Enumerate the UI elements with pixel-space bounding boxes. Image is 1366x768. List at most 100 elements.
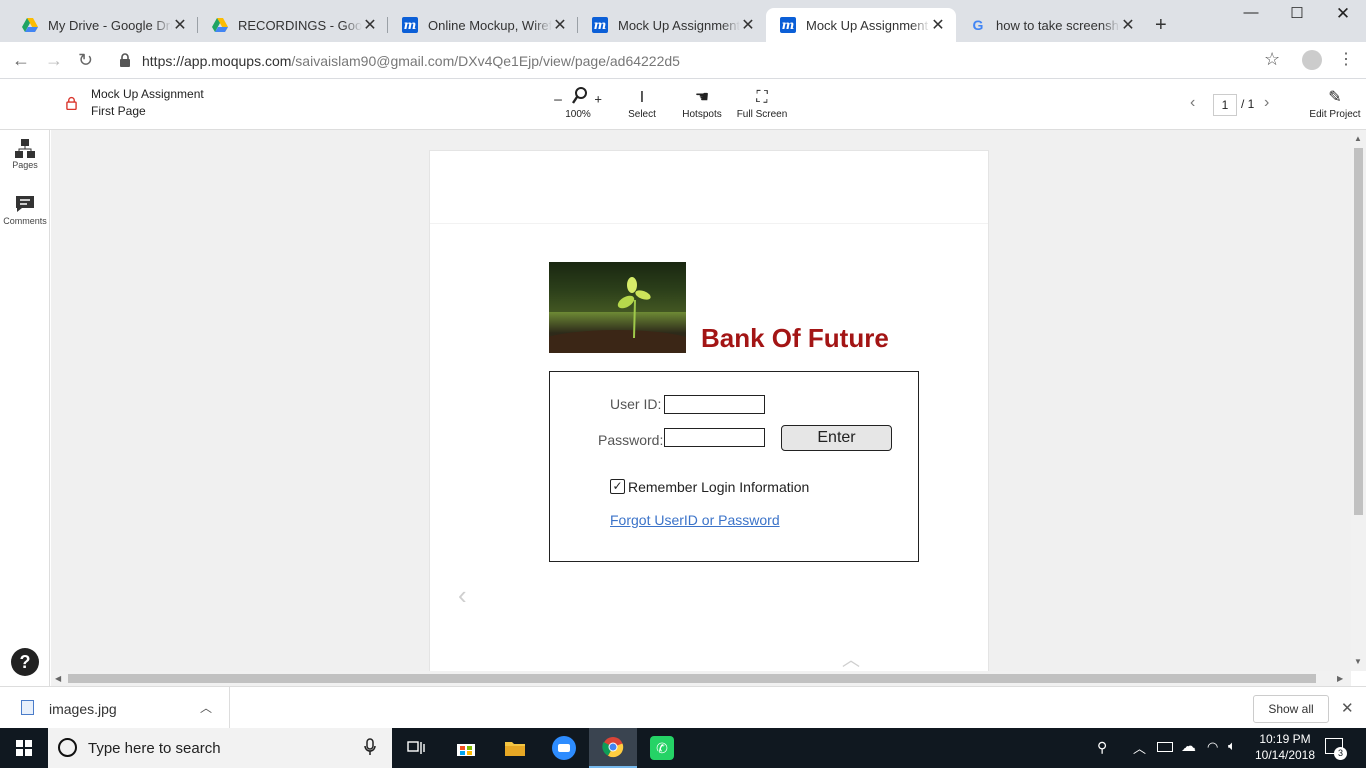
maximize-button[interactable]: ☐ — [1274, 4, 1320, 22]
pages-icon — [0, 138, 50, 160]
tab-google-search[interactable]: G how to take screenshot ✕ — [956, 8, 1146, 42]
close-tab-icon[interactable]: ✕ — [740, 15, 756, 35]
close-tab-icon[interactable]: ✕ — [362, 15, 378, 35]
forgot-password-link[interactable]: Forgot UserID or Password — [610, 512, 780, 528]
tab-online-mockup[interactable]: m Online Mockup, Wireframe ✕ — [388, 8, 578, 42]
left-sidebar: Pages Comments ? — [0, 130, 50, 686]
show-all-button[interactable]: Show all — [1253, 695, 1329, 723]
scroll-down-arrow-icon[interactable]: ▼ — [1354, 657, 1362, 666]
onedrive-cloud-icon[interactable]: ☁ — [1181, 737, 1196, 755]
horizontal-scrollbar[interactable]: ◀ ▶ — [51, 671, 1351, 686]
window-close-button[interactable]: ✕ — [1320, 4, 1366, 24]
comments-button[interactable]: Comments — [0, 194, 50, 226]
select-tool[interactable]: I Select — [620, 87, 664, 120]
scroll-right-arrow-icon[interactable]: ▶ — [1337, 674, 1343, 683]
taskbar-search-box[interactable]: Type here to search — [48, 728, 392, 768]
url-host: https://app.moqups.com — [142, 53, 292, 69]
page-number-input[interactable]: 1 — [1213, 94, 1237, 116]
lock-icon — [66, 96, 77, 113]
forward-arrow-icon[interactable]: → — [45, 50, 63, 71]
taskbar-clock[interactable]: 10:19 PM 10/14/2018 — [1250, 731, 1320, 763]
close-download-bar-icon[interactable]: ✕ — [1341, 699, 1354, 717]
zoom-level: 100% — [565, 109, 591, 120]
windows-taskbar: Type here to search ✆ ⚲ ︿ ☁ ◠ 🔈︎ 10:19 P… — [0, 728, 1366, 768]
mockup-page: Bank Of Future User ID: Password: Enter … — [429, 150, 989, 671]
login-form: User ID: Password: Enter ✓ Remember Logi… — [549, 371, 919, 562]
zoom-in-button[interactable]: + — [594, 92, 602, 107]
tab-title: Mock Up Assignment - Moqups — [618, 17, 740, 33]
chrome-icon[interactable] — [589, 728, 637, 768]
next-page-icon[interactable]: › — [1264, 94, 1269, 112]
tab-mockup-assignment-active[interactable]: m Mock Up Assignment - Moqups ✕ — [766, 8, 956, 42]
google-drive-icon — [22, 17, 38, 33]
clock-time: 10:19 PM — [1259, 732, 1311, 746]
battery-icon[interactable] — [1157, 742, 1173, 752]
edit-project-label: Edit Project — [1309, 109, 1361, 120]
close-tab-icon[interactable]: ✕ — [1120, 15, 1136, 35]
tab-title: Online Mockup, Wireframe — [428, 17, 552, 33]
bookmark-star-icon[interactable]: ☆ — [1264, 49, 1280, 70]
microphone-icon[interactable] — [364, 738, 376, 759]
back-arrow-icon[interactable]: ← — [12, 50, 30, 71]
help-icon[interactable]: ? — [11, 648, 39, 676]
enter-button[interactable]: Enter — [781, 425, 892, 451]
fullscreen-icon: ⛶ — [756, 89, 768, 106]
show-hidden-icons-chevron-icon[interactable]: ︿ — [1133, 738, 1146, 757]
reload-icon[interactable]: ↻ — [78, 50, 93, 71]
comments-label: Comments — [3, 216, 47, 226]
chevron-up-icon[interactable]: ︿ — [200, 699, 212, 716]
whatsapp-icon[interactable]: ✆ — [638, 728, 686, 768]
userid-input[interactable] — [664, 395, 765, 414]
task-view-icon[interactable] — [392, 728, 440, 768]
tab-title: how to take screenshot — [996, 17, 1120, 33]
browser-menu-icon[interactable]: ⋮ — [1338, 49, 1354, 69]
cortana-circle-icon — [58, 738, 77, 757]
url-field[interactable]: https://app.moqups.com/saivaislam90@gmai… — [142, 53, 680, 69]
windows-start-icon[interactable] — [0, 728, 48, 768]
url-path: /saivaislam90@gmail.com/DXv4Qe1Ejp/view/… — [291, 53, 680, 69]
new-tab-button[interactable]: + — [1155, 14, 1167, 37]
page-total: / 1 — [1241, 97, 1255, 111]
fullscreen-tool[interactable]: ⛶ Full Screen — [734, 87, 790, 120]
tab-recordings[interactable]: RECORDINGS - Google Drive ✕ — [198, 8, 388, 42]
google-drive-icon — [212, 17, 228, 33]
profile-avatar-icon[interactable] — [1302, 50, 1322, 70]
close-tab-icon[interactable]: ✕ — [172, 15, 188, 35]
password-label: Password: — [598, 432, 664, 448]
hotspots-tool[interactable]: ☚ Hotspots — [680, 87, 724, 120]
vertical-scrollbar[interactable]: ▲ ▼ — [1351, 130, 1366, 671]
hotspots-label: Hotspots — [682, 109, 722, 120]
volume-icon[interactable]: 🔈︎ — [1228, 738, 1236, 754]
pages-button[interactable]: Pages — [0, 138, 50, 170]
scroll-up-arrow-icon[interactable]: ▲ — [1354, 134, 1362, 143]
chevron-left-icon[interactable]: ‹ — [458, 580, 467, 611]
close-tab-icon[interactable]: ✕ — [930, 15, 946, 35]
password-input[interactable] — [664, 428, 765, 447]
project-name: Mock Up Assignment — [91, 87, 204, 101]
scroll-left-arrow-icon[interactable]: ◀ — [55, 674, 61, 683]
edit-project-button[interactable]: ✎ Edit Project — [1306, 87, 1364, 120]
notification-count-badge: 3 — [1334, 747, 1347, 760]
minimize-button[interactable]: — — [1228, 4, 1274, 21]
horizontal-scroll-thumb[interactable] — [68, 674, 1316, 683]
chevron-up-icon[interactable]: ︿ — [842, 646, 860, 671]
prev-page-icon[interactable]: ‹ — [1190, 94, 1195, 112]
remember-checkbox[interactable]: ✓ — [610, 479, 625, 494]
vertical-scroll-thumb[interactable] — [1354, 148, 1363, 515]
tab-my-drive[interactable]: My Drive - Google Drive ✕ — [8, 8, 198, 42]
moqups-icon: m — [402, 17, 418, 33]
zoom-app-icon[interactable] — [540, 728, 588, 768]
tab-mockup-assignment[interactable]: m Mock Up Assignment - Moqups ✕ — [578, 8, 766, 42]
file-explorer-icon[interactable] — [491, 728, 539, 768]
store-icon[interactable] — [442, 728, 490, 768]
download-item[interactable]: images.jpg ︿ — [0, 687, 230, 729]
wifi-icon[interactable]: ◠ — [1207, 739, 1218, 755]
close-tab-icon[interactable]: ✕ — [552, 15, 568, 35]
preview-canvas: Bank Of Future User ID: Password: Enter … — [51, 130, 1351, 671]
zoom-out-button[interactable]: – — [554, 91, 562, 107]
clock-date: 10/14/2018 — [1254, 748, 1316, 762]
tab-title: RECORDINGS - Google Drive — [238, 17, 362, 33]
people-icon[interactable]: ⚲ — [1097, 739, 1107, 756]
browser-tab-strip: My Drive - Google Drive ✕ RECORDINGS - G… — [0, 0, 1366, 42]
page-divider — [430, 223, 988, 224]
